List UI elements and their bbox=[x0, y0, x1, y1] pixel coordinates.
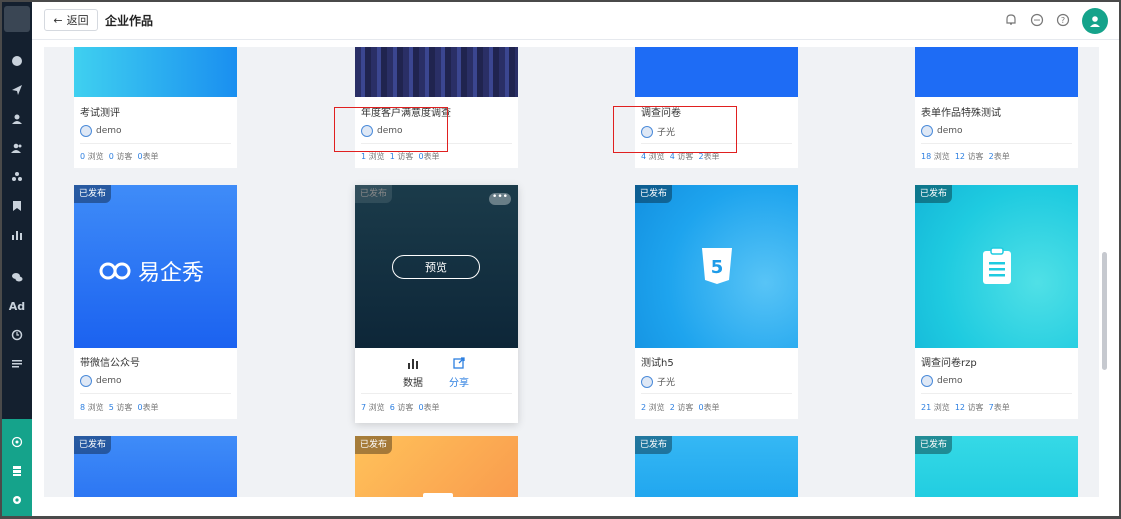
more-icon[interactable]: ••• bbox=[489, 193, 511, 205]
bar-chart-icon bbox=[408, 359, 418, 369]
card-author: demo bbox=[921, 125, 963, 137]
card-cover bbox=[915, 47, 1078, 97]
card-cover: 预览 ••• bbox=[355, 185, 518, 348]
card-title: 表单作品特殊测试 bbox=[921, 108, 1001, 119]
work-card[interactable]: 已发布 bbox=[355, 436, 518, 497]
page-title: 企业作品 bbox=[105, 14, 154, 28]
status-badge: 已发布 bbox=[635, 436, 673, 454]
card-stats: 21 浏览 12 访客 7表单 bbox=[921, 403, 1010, 412]
work-card[interactable]: 已发布 调查问卷rzp demo 21 浏览 12 访客 7表单 bbox=[915, 185, 1078, 419]
work-card[interactable]: 已发布 bbox=[74, 436, 237, 497]
brand-logo: 易企秀 bbox=[98, 255, 204, 287]
chart-icon[interactable] bbox=[2, 224, 32, 246]
bell-icon[interactable] bbox=[1004, 12, 1020, 28]
card-author: demo bbox=[921, 375, 963, 387]
arrow-left-icon: ← bbox=[53, 13, 63, 27]
card-title: 调查问卷rzp bbox=[921, 358, 977, 369]
status-badge: 已发布 bbox=[74, 436, 112, 454]
status-badge: 已发布 bbox=[355, 436, 393, 454]
data-button[interactable]: 数据 bbox=[393, 355, 433, 389]
status-badge: 已发布 bbox=[74, 185, 112, 203]
card-title: 带微信公众号 bbox=[80, 358, 140, 369]
card-stats: 18 浏览 12 访客 2表单 bbox=[921, 152, 1010, 161]
card-title: 考试测评 bbox=[80, 108, 120, 119]
bookmark-icon[interactable] bbox=[2, 195, 32, 217]
share-icon bbox=[453, 357, 465, 369]
help-icon[interactable]: ? bbox=[1056, 12, 1072, 28]
author-avatar bbox=[921, 375, 933, 387]
avatar[interactable] bbox=[1082, 8, 1108, 34]
scrollbar[interactable] bbox=[1101, 47, 1109, 497]
preview-button[interactable]: 预览 bbox=[392, 255, 480, 279]
card-author: demo bbox=[80, 375, 122, 387]
send-icon[interactable] bbox=[2, 79, 32, 101]
card-stats: 7 浏览 6 访客 0表单 bbox=[361, 403, 440, 412]
sidebar-bottom bbox=[2, 419, 32, 516]
storage-icon[interactable] bbox=[2, 460, 32, 482]
card-author: 子光 bbox=[641, 375, 675, 388]
card-cover: 5 bbox=[635, 185, 798, 348]
author-avatar bbox=[80, 375, 92, 387]
clock-icon[interactable] bbox=[2, 324, 32, 346]
work-card[interactable]: 易企秀 已发布 带微信公众号 demo 8 浏览 5 访客 0表单 bbox=[74, 185, 237, 419]
author-avatar bbox=[80, 125, 92, 137]
card-cover bbox=[915, 185, 1078, 348]
work-card[interactable]: 已发布 bbox=[915, 436, 1078, 497]
card-stats: 1 浏览 1 访客 0表单 bbox=[361, 152, 440, 161]
card-author: demo bbox=[80, 125, 122, 137]
card-cover bbox=[74, 47, 237, 97]
card-cover: 易企秀 bbox=[74, 185, 237, 348]
author-avatar bbox=[921, 125, 933, 137]
highlight-box bbox=[334, 107, 448, 152]
html5-icon: 5 bbox=[702, 248, 732, 284]
share-button[interactable]: 分享 bbox=[439, 355, 479, 389]
card-cover bbox=[635, 47, 798, 97]
clipboard-icon bbox=[983, 247, 1011, 284]
users-icon[interactable] bbox=[2, 137, 32, 159]
settings-icon[interactable] bbox=[2, 489, 32, 511]
group-icon[interactable] bbox=[2, 166, 32, 188]
list-icon[interactable] bbox=[2, 353, 32, 375]
card-cover bbox=[355, 47, 518, 97]
content-footer bbox=[32, 497, 1119, 516]
author-avatar bbox=[641, 375, 653, 388]
back-label: 返回 bbox=[66, 14, 89, 27]
work-card[interactable]: 5 已发布 测试h5 子光 2 浏览 2 访客 0表单 bbox=[635, 185, 798, 419]
scrollbar-thumb[interactable] bbox=[1102, 252, 1107, 370]
card-stats: 0 浏览 0 访客 0表单 bbox=[80, 152, 159, 161]
wechat-icon[interactable] bbox=[2, 266, 32, 288]
status-badge: 已发布 bbox=[635, 185, 673, 203]
back-button[interactable]: ← 返回 bbox=[44, 9, 98, 31]
work-card[interactable]: 考试测评 demo 0 浏览 0 访客 0表单 bbox=[74, 47, 237, 168]
work-card[interactable]: 表单作品特殊测试 demo 18 浏览 12 访客 2表单 bbox=[915, 47, 1078, 168]
status-badge: 已发布 bbox=[915, 185, 953, 203]
svg-text:?: ? bbox=[1061, 16, 1065, 25]
card-stats: 8 浏览 5 访客 0表单 bbox=[80, 403, 159, 412]
work-card[interactable]: 已发布 bbox=[635, 436, 798, 497]
status-badge: 已发布 bbox=[915, 436, 953, 454]
ad-icon[interactable]: Ad bbox=[2, 295, 32, 317]
message-icon[interactable] bbox=[1030, 12, 1046, 28]
app-window: Ad ← 返回 企业作品 ? 考试测评 demo 0 浏览 0 访客 0表单 年… bbox=[2, 2, 1119, 516]
header: ← 返回 企业作品 ? bbox=[32, 2, 1119, 40]
dashboard-icon[interactable] bbox=[2, 50, 32, 72]
works-grid: 考试测评 demo 0 浏览 0 访客 0表单 年度客户满意度调查 demo 1… bbox=[44, 47, 1099, 497]
status-badge: 已发布 bbox=[355, 185, 393, 203]
org-icon[interactable] bbox=[2, 431, 32, 453]
sidebar: Ad bbox=[2, 2, 32, 516]
highlight-box bbox=[613, 106, 737, 153]
card-stats: 2 浏览 2 访客 0表单 bbox=[641, 403, 720, 412]
card-title: 测试h5 bbox=[641, 358, 674, 369]
logo bbox=[4, 6, 30, 32]
user-icon[interactable] bbox=[2, 108, 32, 130]
svg-text:5: 5 bbox=[711, 257, 724, 278]
work-card-hovered[interactable]: 预览 ••• 已发布 数据 分享 7 浏览 6 访客 0表单 bbox=[355, 185, 518, 423]
